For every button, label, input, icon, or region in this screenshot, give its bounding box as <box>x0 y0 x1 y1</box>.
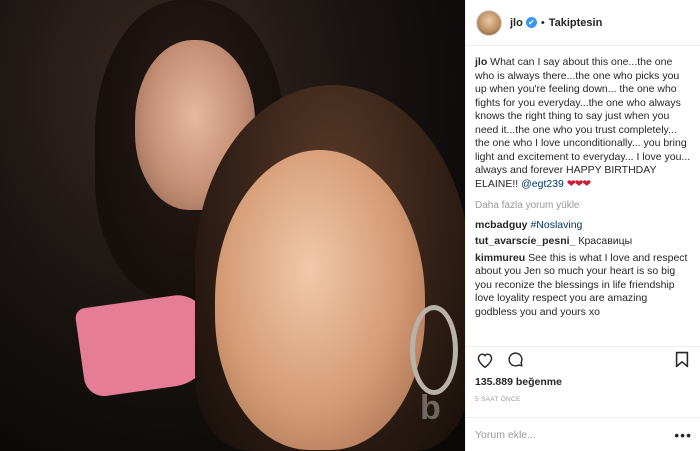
photo-subject-right-face <box>215 150 425 450</box>
list-item: kimmureu See this is what I love and res… <box>475 252 691 320</box>
comment-input[interactable] <box>475 428 665 441</box>
watermark-logo: b <box>420 389 441 427</box>
comment-text: Красавицы <box>578 235 633 247</box>
list-item: tut_avarscie_pesni_ Красавицы <box>475 235 691 249</box>
comment-hashtag[interactable]: #Noslaving <box>530 219 582 231</box>
add-comment-bar: ••• <box>466 417 700 451</box>
comment-username[interactable]: mcbadguy <box>475 219 528 231</box>
comment-username[interactable]: tut_avarscie_pesni_ <box>475 235 575 247</box>
post-side-panel: jlo ✔ • Takiptesin jlo What can I say ab… <box>465 0 700 451</box>
caption-username[interactable]: jlo <box>475 56 487 68</box>
load-more-comments-link[interactable]: Daha fazla yorum yükle <box>475 199 691 213</box>
comments-list[interactable]: jlo What can I say about this one...the … <box>466 56 700 344</box>
caption-mention[interactable]: @egt239 <box>521 178 564 190</box>
follow-status-button[interactable]: Takiptesin <box>549 17 603 29</box>
likes-count[interactable]: 135.889 beğenme <box>475 376 562 388</box>
bookmark-icon[interactable] <box>671 349 693 371</box>
caption-text: What can I say about this one...the one … <box>475 56 691 190</box>
post-timestamp[interactable]: 5 SAAT ÖNCE <box>475 396 521 403</box>
heart-emoji-icon: ❤❤❤ <box>566 177 591 190</box>
comment-username[interactable]: kimmureu <box>475 252 525 264</box>
photo-earring <box>410 305 458 395</box>
comment-icon[interactable] <box>504 349 526 371</box>
list-item: mcbadguy #Noslaving <box>475 219 691 233</box>
more-options-icon[interactable]: ••• <box>674 427 692 443</box>
action-bar <box>466 346 700 372</box>
heart-icon[interactable] <box>474 349 496 371</box>
post-header: jlo ✔ • Takiptesin <box>466 0 700 46</box>
caption: jlo What can I say about this one...the … <box>475 56 691 191</box>
author-username[interactable]: jlo <box>510 17 523 29</box>
verified-icon: ✔ <box>525 17 537 28</box>
post-photo[interactable]: b <box>0 0 465 451</box>
avatar[interactable] <box>476 9 502 36</box>
header-separator: • <box>540 16 545 29</box>
